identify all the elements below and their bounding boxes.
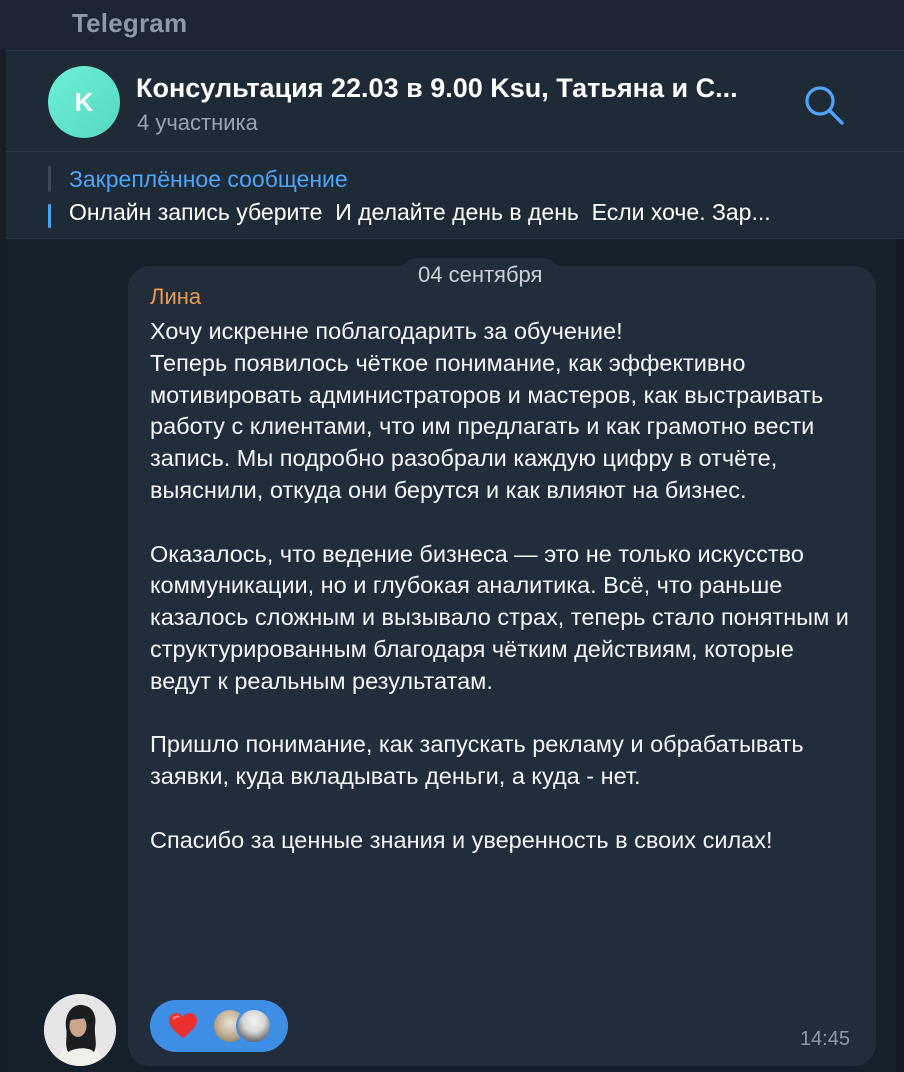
search-icon[interactable]	[802, 83, 846, 127]
heart-icon	[169, 1013, 197, 1038]
title-bar: Telegram	[0, 0, 904, 51]
pinned-indicator-active	[48, 204, 51, 228]
reaction-chip[interactable]	[150, 1000, 288, 1052]
reactor-avatar	[236, 1008, 272, 1044]
chat-participants: 4 участника	[137, 110, 258, 135]
message-time: 14:45	[799, 1028, 850, 1050]
scrollbar-track[interactable]	[896, 239, 904, 1072]
date-separator: 04 сентября	[400, 258, 561, 292]
message-text: Хочу искренне поблагодарить за обучение!…	[150, 318, 849, 853]
user-photo-icon	[44, 994, 116, 1066]
chat-title[interactable]: Консультация 22.03 в 9.00 Ksu, Татьяна и…	[136, 73, 776, 104]
chat-avatar[interactable]: K	[48, 66, 120, 138]
pinned-indicator-inactive	[48, 166, 51, 192]
sender-avatar[interactable]	[44, 994, 116, 1066]
chat-header[interactable]: K Консультация 22.03 в 9.00 Ksu, Татьяна…	[6, 51, 904, 152]
message-sender[interactable]: Лина	[150, 284, 201, 310]
telegram-window: Telegram K Консультация 22.03 в 9.00 Ksu…	[0, 0, 904, 1072]
pinned-message[interactable]: Закреплённое сообщение Онлайн запись убе…	[6, 152, 904, 239]
pinned-text: Онлайн запись уберите И делайте день в д…	[69, 199, 771, 225]
pinned-title: Закреплённое сообщение	[69, 166, 348, 192]
message-bubble[interactable]: Лина Хочу искренне поблагодарить за обуч…	[128, 266, 876, 1066]
app-title: Telegram	[72, 8, 188, 38]
